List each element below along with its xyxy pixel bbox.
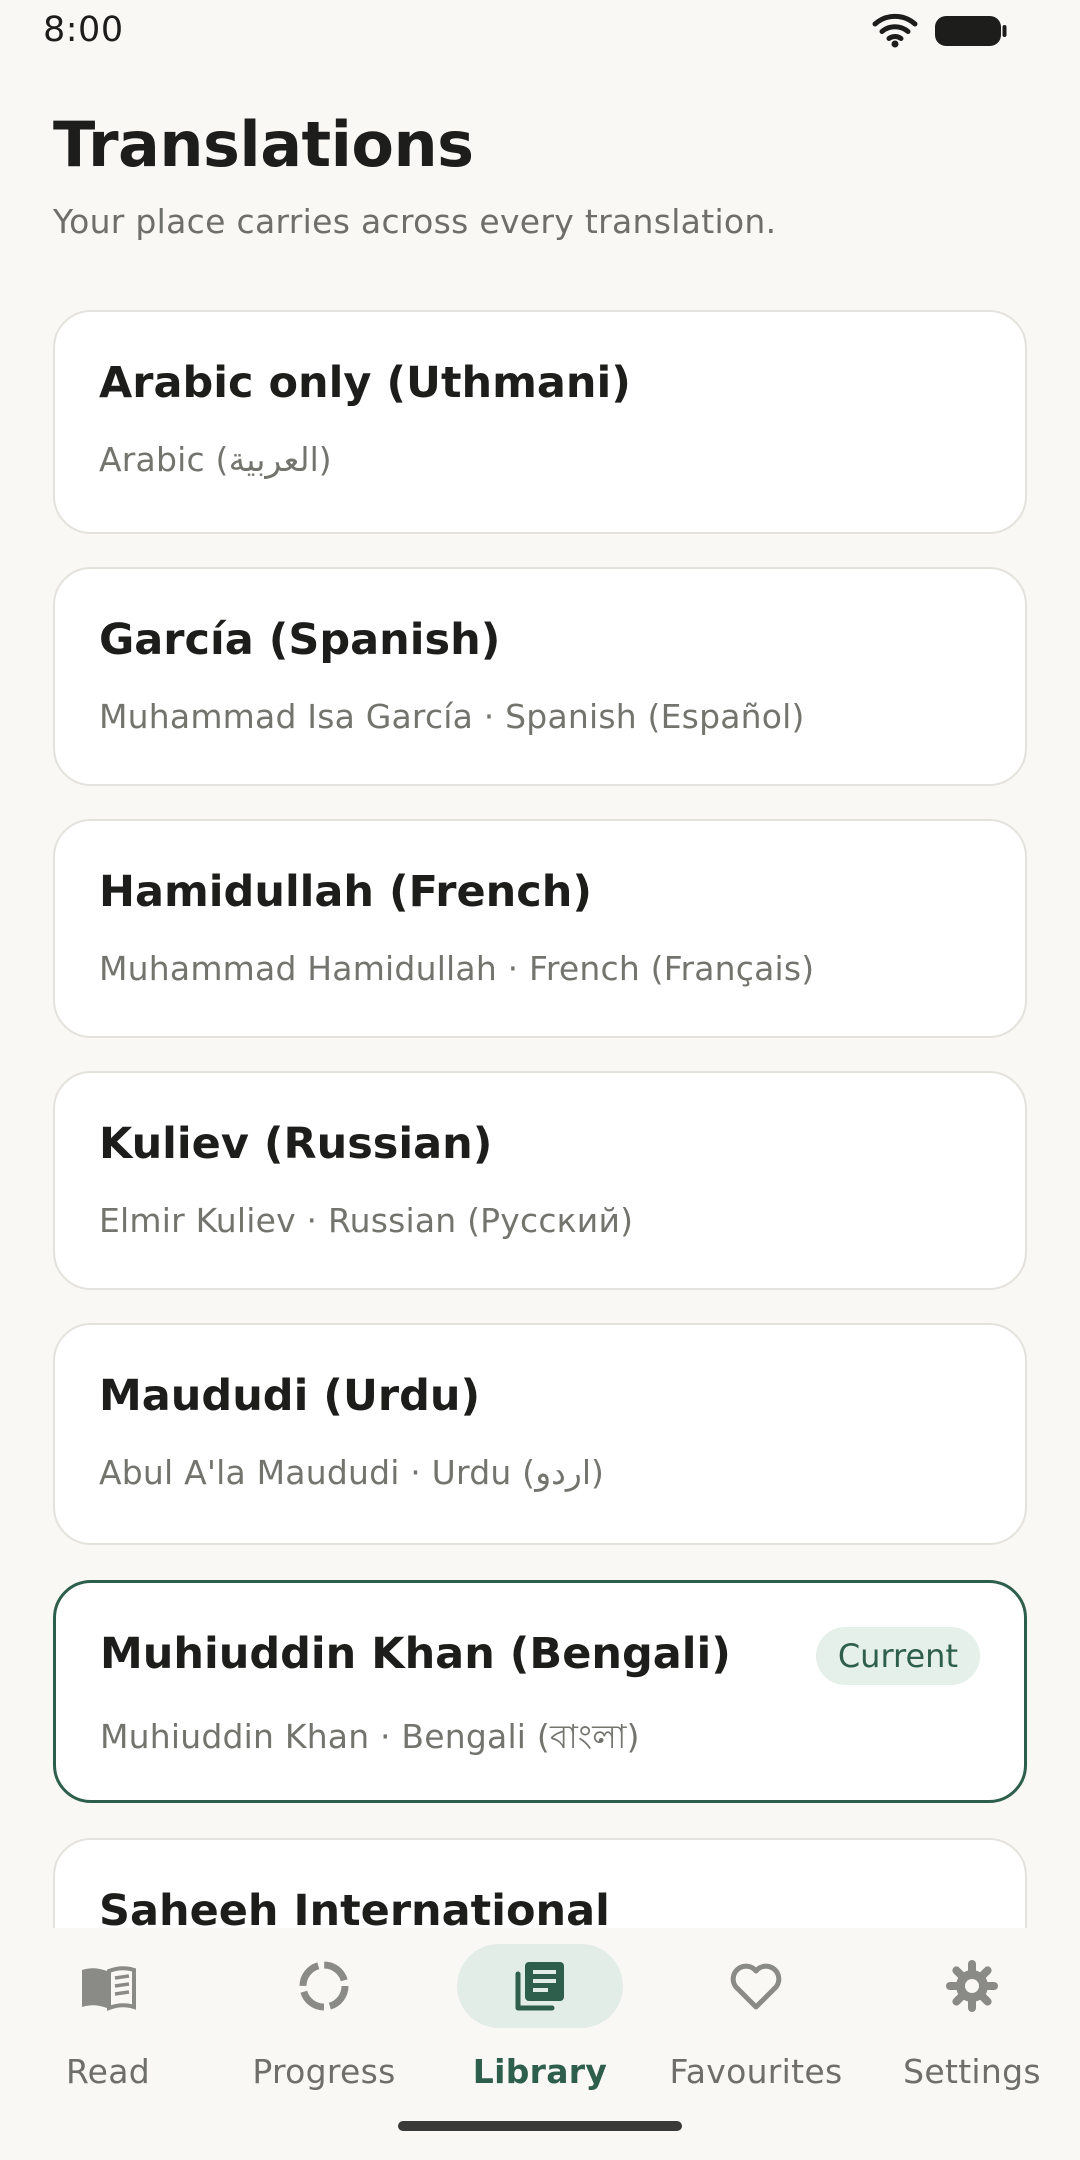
home-indicator[interactable] (398, 2121, 682, 2131)
library-icon (515, 1962, 564, 2011)
heart-icon (730, 1963, 782, 2010)
translation-subtitle: Muhiuddin Khan · Bengali (বাংলা) (100, 1717, 640, 1756)
translation-card-spanish[interactable]: García (Spanish) Muhammad Isa García · S… (53, 567, 1027, 786)
nav-label-library: Library (472, 2052, 608, 2091)
page-title: Translations (53, 108, 474, 181)
translation-title: Hamidullah (French) (99, 867, 593, 917)
translation-list[interactable]: Arabic only (Uthmani) Arabic (العربية) G… (0, 300, 1080, 1928)
nav-label-settings: Settings (903, 2052, 1041, 2091)
translation-title: Saheeh International (99, 1886, 610, 1928)
translation-subtitle: Muhammad Hamidullah · French (Français) (99, 949, 815, 988)
nav-favourites[interactable]: Favourites (656, 1942, 856, 2092)
battery-icon (935, 16, 1007, 46)
translation-title: Kuliev (Russian) (99, 1119, 493, 1169)
translation-card-bengali[interactable]: Muhiuddin Khan (Bengali) Current Muhiudd… (53, 1580, 1027, 1803)
translation-subtitle: Elmir Kuliev · Russian (Русский) (99, 1201, 634, 1240)
nav-library[interactable]: Library (440, 1942, 640, 2092)
translation-title: Muhiuddin Khan (Bengali) (100, 1629, 731, 1679)
nav-label-favourites: Favourites (669, 2052, 843, 2091)
translation-card-russian[interactable]: Kuliev (Russian) Elmir Kuliev · Russian … (53, 1071, 1027, 1290)
gear-icon (946, 1960, 998, 2012)
translation-card-urdu[interactable]: Maududi (Urdu) Abul A'la Maududi · Urdu … (53, 1323, 1027, 1545)
status-bar: 8:00 (0, 0, 1080, 62)
book-open-icon (82, 1966, 136, 2011)
translation-card-french[interactable]: Hamidullah (French) Muhammad Hamidullah … (53, 819, 1027, 1038)
nav-settings[interactable]: Settings (872, 1942, 1072, 2092)
nav-label-progress: Progress (252, 2052, 396, 2091)
translation-subtitle: Arabic (العربية) (99, 440, 332, 479)
wifi-icon (872, 13, 918, 48)
translation-card-saheeh[interactable]: Saheeh International (53, 1838, 1027, 1928)
translation-card-arabic[interactable]: Arabic only (Uthmani) Arabic (العربية) (53, 310, 1027, 534)
translation-subtitle: Abul A'la Maududi · Urdu (اردو) (99, 1453, 605, 1492)
progress-ring-icon (299, 1961, 349, 2011)
current-badge: Current (815, 1627, 980, 1685)
nav-label-read: Read (65, 2052, 151, 2091)
nav-progress[interactable]: Progress (224, 1942, 424, 2092)
translation-title: Maududi (Urdu) (99, 1371, 481, 1421)
translation-title: Arabic only (Uthmani) (99, 358, 631, 408)
translation-title: García (Spanish) (99, 615, 501, 665)
nav-read[interactable]: Read (8, 1942, 208, 2092)
page-subtitle: Your place carries across every translat… (53, 202, 777, 241)
status-time: 8:00 (43, 10, 124, 50)
translation-subtitle: Muhammad Isa García · Spanish (Español) (99, 697, 805, 736)
translations-screen: 8:00 Translations Your place carries acr… (0, 0, 1080, 2160)
